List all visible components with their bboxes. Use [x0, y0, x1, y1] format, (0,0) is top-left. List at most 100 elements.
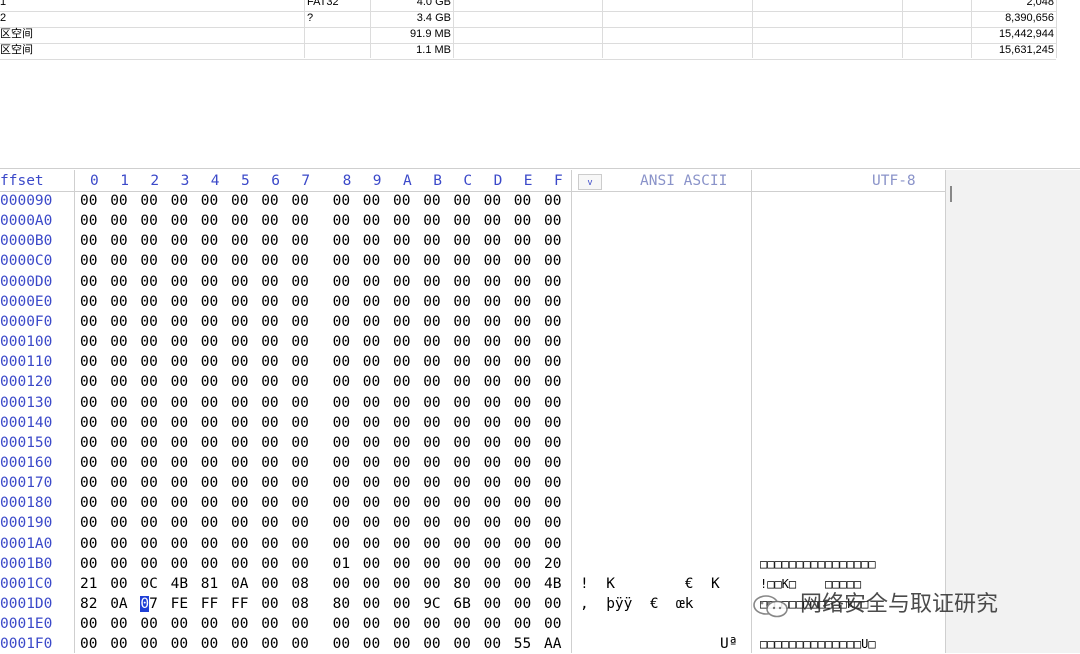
hex-byte[interactable]: 00 — [231, 372, 248, 392]
hex-byte[interactable]: 00 — [291, 433, 308, 453]
hex-byte[interactable]: FE — [171, 594, 188, 614]
hex-byte[interactable]: 00 — [140, 473, 157, 493]
hex-byte[interactable]: 00 — [140, 372, 157, 392]
hex-byte[interactable]: 00 — [171, 453, 188, 473]
hex-byte[interactable]: 00 — [484, 473, 501, 493]
hex-byte[interactable]: 00 — [231, 413, 248, 433]
hex-byte[interactable]: 00 — [261, 433, 278, 453]
hex-byte[interactable]: 00 — [291, 332, 308, 352]
hex-byte[interactable]: 00 — [231, 292, 248, 312]
hex-byte[interactable]: 00 — [544, 614, 561, 634]
hex-byte[interactable]: 00 — [453, 534, 470, 554]
hex-byte[interactable]: 00 — [201, 513, 218, 533]
hex-byte[interactable]: 00 — [110, 372, 127, 392]
hex-byte[interactable]: 00 — [80, 634, 97, 654]
hex-byte[interactable]: 00 — [171, 272, 188, 292]
hex-byte[interactable]: 00 — [514, 332, 531, 352]
hex-byte[interactable]: 00 — [231, 493, 248, 513]
hex-byte[interactable]: 00 — [171, 534, 188, 554]
hex-byte[interactable]: 00 — [171, 614, 188, 634]
hex-byte[interactable]: 00 — [80, 332, 97, 352]
hex-byte[interactable]: 00 — [333, 433, 350, 453]
hex-byte[interactable]: 00 — [80, 433, 97, 453]
hex-byte[interactable]: 00 — [484, 352, 501, 372]
hex-byte[interactable]: 00 — [291, 191, 308, 211]
hex-byte[interactable]: 00 — [453, 413, 470, 433]
hex-byte[interactable]: 00 — [363, 231, 380, 251]
hex-byte[interactable]: 00 — [171, 433, 188, 453]
hex-byte[interactable]: 00 — [333, 493, 350, 513]
hex-byte[interactable]: 00 — [171, 312, 188, 332]
hex-byte[interactable]: 00 — [291, 513, 308, 533]
hex-byte[interactable]: 00 — [291, 634, 308, 654]
hex-byte[interactable]: 00 — [261, 211, 278, 231]
hex-byte[interactable]: 00 — [484, 634, 501, 654]
hex-byte[interactable]: 00 — [231, 312, 248, 332]
hex-byte[interactable]: 21 — [80, 574, 97, 594]
hex-byte[interactable]: 00 — [484, 534, 501, 554]
hex-byte[interactable]: 00 — [291, 554, 308, 574]
hex-byte[interactable]: 00 — [484, 614, 501, 634]
hex-byte[interactable]: 00 — [140, 534, 157, 554]
hex-byte[interactable]: 0C — [140, 574, 157, 594]
hex-byte[interactable]: 00 — [484, 554, 501, 574]
hex-byte[interactable]: 00 — [231, 393, 248, 413]
hex-byte[interactable]: 00 — [514, 272, 531, 292]
hex-byte[interactable]: 08 — [291, 594, 308, 614]
hex-byte[interactable]: 00 — [393, 554, 410, 574]
hex-byte[interactable]: 00 — [201, 191, 218, 211]
hex-byte[interactable]: 00 — [423, 614, 440, 634]
hex-byte[interactable]: 00 — [544, 211, 561, 231]
hex-byte[interactable]: 00 — [110, 312, 127, 332]
hex-byte[interactable]: 00 — [110, 614, 127, 634]
hex-byte[interactable]: 00 — [484, 292, 501, 312]
hex-byte[interactable]: 00 — [333, 473, 350, 493]
hex-byte[interactable]: 00 — [393, 453, 410, 473]
hex-byte[interactable]: 00 — [333, 312, 350, 332]
hex-byte[interactable]: 20 — [544, 554, 561, 574]
hex-byte[interactable]: 00 — [231, 634, 248, 654]
hex-byte[interactable]: 4B — [544, 574, 561, 594]
hex-byte[interactable]: 00 — [261, 614, 278, 634]
hex-byte[interactable]: 00 — [393, 312, 410, 332]
hex-byte[interactable]: 00 — [110, 473, 127, 493]
hex-byte[interactable]: 00 — [453, 292, 470, 312]
hex-byte[interactable]: 00 — [110, 574, 127, 594]
hex-byte[interactable]: 00 — [231, 211, 248, 231]
hex-byte[interactable]: 00 — [544, 352, 561, 372]
hex-byte[interactable]: 00 — [110, 534, 127, 554]
hex-byte[interactable]: 00 — [333, 513, 350, 533]
hex-byte[interactable]: 00 — [291, 493, 308, 513]
hex-byte[interactable]: 00 — [423, 332, 440, 352]
hex-byte[interactable]: 00 — [544, 191, 561, 211]
hex-byte[interactable]: 00 — [393, 251, 410, 271]
hex-byte[interactable]: 00 — [171, 191, 188, 211]
hex-byte[interactable]: 00 — [201, 453, 218, 473]
hex-byte[interactable]: 00 — [110, 272, 127, 292]
hex-byte[interactable]: 00 — [80, 493, 97, 513]
hex-byte[interactable]: FF — [201, 594, 218, 614]
hex-byte[interactable]: 00 — [291, 393, 308, 413]
hex-byte[interactable]: 00 — [544, 433, 561, 453]
hex-byte[interactable]: 00 — [514, 191, 531, 211]
hex-byte[interactable]: 00 — [261, 473, 278, 493]
hex-byte[interactable]: 00 — [544, 332, 561, 352]
hex-byte[interactable]: 00 — [363, 574, 380, 594]
hex-byte[interactable]: 00 — [544, 312, 561, 332]
hex-byte[interactable]: 00 — [201, 413, 218, 433]
hex-byte[interactable]: 00 — [333, 393, 350, 413]
hex-byte[interactable]: 00 — [333, 332, 350, 352]
hex-byte[interactable]: 00 — [363, 634, 380, 654]
hex-byte[interactable]: 00 — [291, 614, 308, 634]
hex-byte[interactable]: 00 — [453, 352, 470, 372]
hex-byte[interactable]: 00 — [393, 594, 410, 614]
hex-byte[interactable]: 00 — [231, 534, 248, 554]
hex-byte[interactable]: 9C — [423, 594, 440, 614]
hex-byte[interactable]: 00 — [140, 332, 157, 352]
hex-byte[interactable]: 00 — [453, 251, 470, 271]
hex-byte[interactable]: 00 — [201, 211, 218, 231]
hex-byte[interactable]: 00 — [484, 372, 501, 392]
hex-byte[interactable]: 00 — [291, 352, 308, 372]
hex-byte[interactable]: 00 — [393, 574, 410, 594]
hex-byte[interactable]: 00 — [201, 231, 218, 251]
